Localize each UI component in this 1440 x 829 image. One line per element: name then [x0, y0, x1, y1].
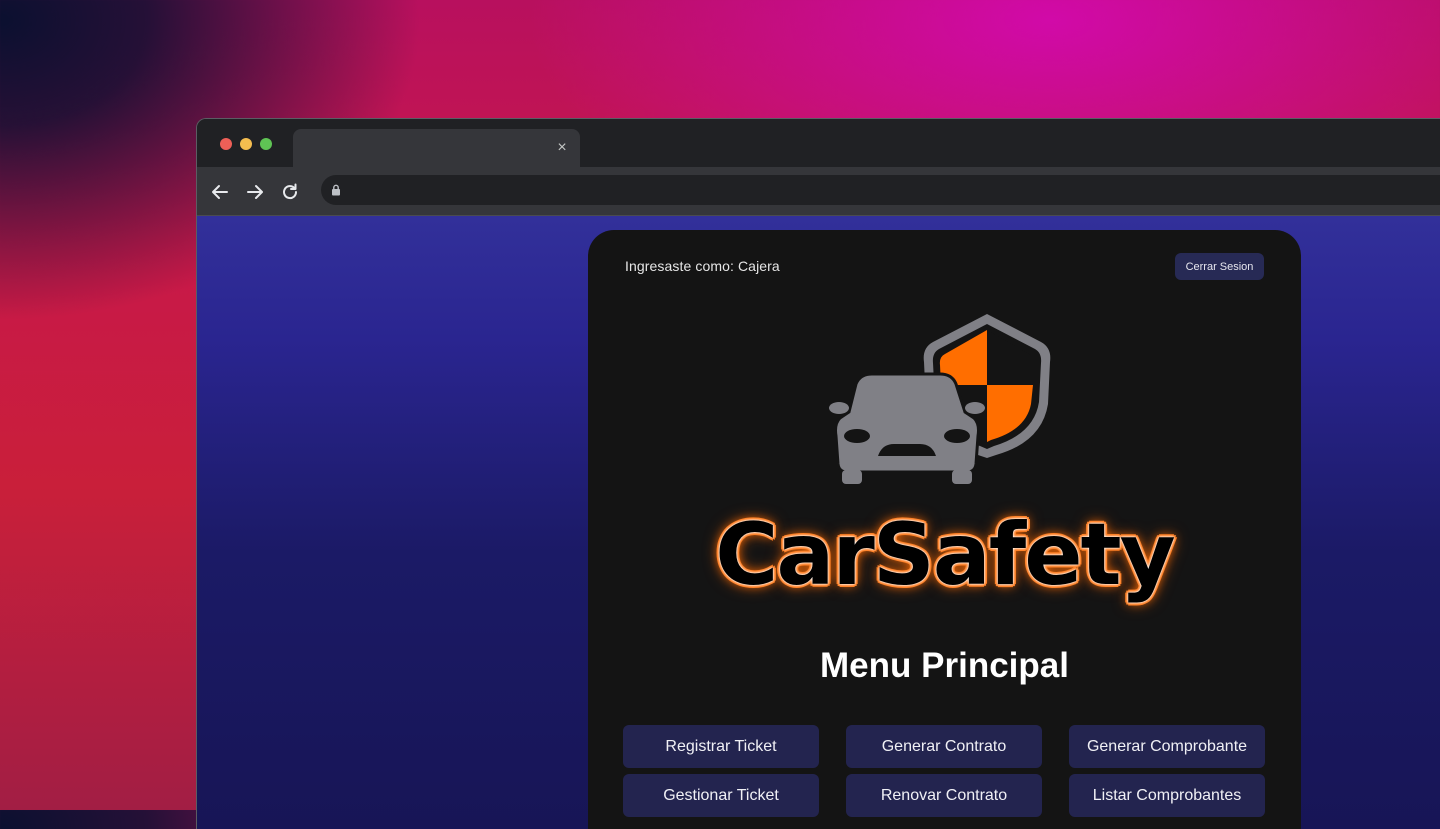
logged-in-user-label: Ingresaste como: Cajera	[625, 258, 780, 274]
address-bar[interactable]	[321, 175, 1440, 205]
menu-title: Menu Principal	[820, 646, 1069, 685]
carsafety-logo-icon	[828, 312, 1058, 497]
listar-comprobantes-button[interactable]: Listar Comprobantes	[1069, 774, 1265, 817]
logout-button[interactable]: Cerrar Sesion	[1175, 253, 1264, 280]
generar-comprobante-button[interactable]: Generar Comprobante	[1069, 725, 1265, 768]
lock-icon	[331, 183, 341, 201]
back-arrow-icon[interactable]	[209, 181, 231, 203]
reload-icon[interactable]	[279, 181, 301, 203]
renovar-contrato-button[interactable]: Renovar Contrato	[846, 774, 1042, 817]
maximize-window-button[interactable]	[260, 138, 272, 150]
close-tab-icon[interactable]: ×	[554, 140, 570, 156]
main-card: Ingresaste como: Cajera Cerrar Sesion Ca…	[588, 230, 1301, 829]
tab-bar: ×	[197, 119, 1440, 167]
generar-contrato-button[interactable]: Generar Contrato	[846, 725, 1042, 768]
browser-toolbar	[197, 167, 1440, 216]
browser-tab[interactable]: ×	[293, 129, 580, 167]
page-viewport: Ingresaste como: Cajera Cerrar Sesion Ca…	[197, 216, 1440, 829]
close-window-button[interactable]	[220, 138, 232, 150]
browser-window: × Ingresaste como: Cajera Cerrar Sesion	[196, 118, 1440, 829]
gestionar-ticket-button[interactable]: Gestionar Ticket	[623, 774, 819, 817]
forward-arrow-icon[interactable]	[244, 181, 266, 203]
registrar-ticket-button[interactable]: Registrar Ticket	[623, 725, 819, 768]
brand-name: CarSafety	[715, 505, 1175, 605]
minimize-window-button[interactable]	[240, 138, 252, 150]
